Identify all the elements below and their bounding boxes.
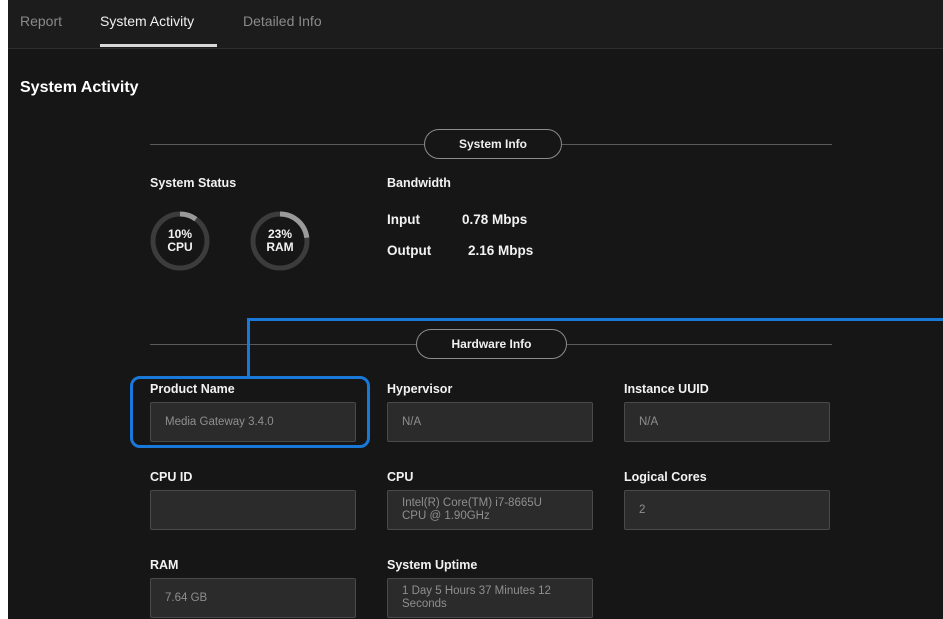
cpu-field-line1: Intel(R) Core(TM) i7-8665U (402, 497, 542, 509)
section-divider-right (562, 144, 832, 145)
page-title: System Activity (20, 79, 139, 96)
system-uptime-field[interactable]: 1 Day 5 Hours 37 Minutes 12 Seconds (387, 578, 593, 618)
highlight-connector-vertical (247, 320, 250, 378)
tab-detailed-info[interactable]: Detailed Info (243, 13, 322, 29)
app-window: Report System Activity Detailed Info Sys… (8, 0, 943, 619)
cpu-id-field[interactable] (150, 490, 356, 530)
uptime-line2: Seconds (402, 598, 447, 610)
bandwidth-label: Bandwidth (387, 176, 451, 190)
cpu-id-label: CPU ID (150, 470, 193, 484)
cpu-field-line2: CPU @ 1.90GHz (402, 510, 490, 522)
tab-report[interactable]: Report (20, 13, 62, 29)
system-info-section-label: System Info (424, 129, 562, 159)
input-value: 0.78 Mbps (462, 212, 528, 227)
tab-system-activity[interactable]: System Activity (100, 13, 194, 29)
ram-label-hw: RAM (150, 558, 179, 572)
tab-bar: Report System Activity Detailed Info (8, 0, 943, 49)
hardware-divider-left (150, 344, 416, 345)
active-tab-indicator (100, 44, 217, 47)
hypervisor-field[interactable]: N/A (387, 402, 593, 442)
input-label: Input (387, 212, 420, 227)
uptime-line1: 1 Day 5 Hours 37 Minutes 12 (402, 585, 551, 597)
instance-uuid-field[interactable]: N/A (624, 402, 830, 442)
hardware-info-section-label: Hardware Info (416, 329, 567, 359)
ram-gauge: 23% RAM (248, 209, 312, 273)
output-label: Output (387, 243, 432, 258)
product-name-highlight (130, 376, 370, 448)
system-uptime-label: System Uptime (387, 558, 478, 572)
highlight-connector-horizontal (247, 318, 943, 321)
cpu-gauge: 10% CPU (148, 209, 212, 273)
instance-uuid-label: Instance UUID (624, 382, 709, 396)
ram-field[interactable]: 7.64 GB (150, 578, 356, 618)
section-divider-left (150, 144, 424, 145)
ram-label: RAM (266, 240, 294, 254)
system-status-label: System Status (150, 176, 237, 190)
cpu-label-hw: CPU (387, 470, 414, 484)
output-value: 2.16 Mbps (468, 243, 534, 258)
logical-cores-label: Logical Cores (624, 470, 707, 484)
logical-cores-field[interactable]: 2 (624, 490, 830, 530)
cpu-label: CPU (167, 240, 193, 254)
hypervisor-label: Hypervisor (387, 382, 453, 396)
cpu-field[interactable]: Intel(R) Core(TM) i7-8665U CPU @ 1.90GHz (387, 490, 593, 530)
hardware-divider-right (567, 344, 832, 345)
